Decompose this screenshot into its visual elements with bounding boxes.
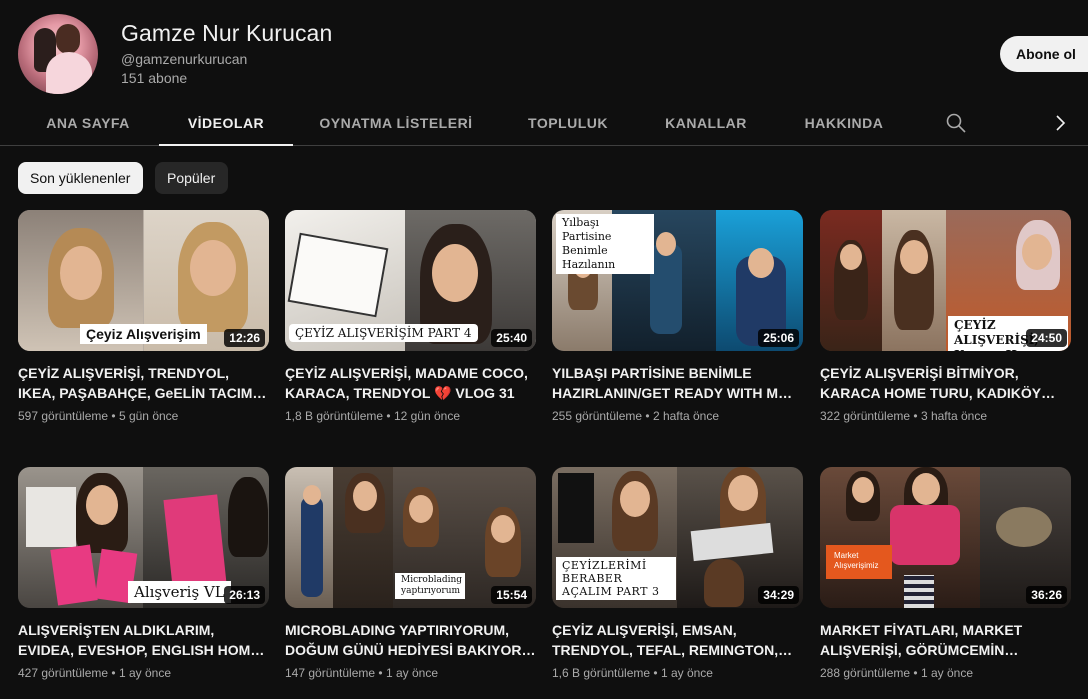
video-thumbnail[interactable]: Microblading yaptırıyorum 15:54 [285,467,536,608]
video-card[interactable]: Çeyiz Alışverişim 12:26 ÇEYİZ ALIŞVERİŞİ… [18,210,269,423]
video-meta: 255 görüntüleme • 2 hafta önce [552,409,720,423]
thumbnail-caption: ÇEYİZ ALIŞVERİŞİM PART 4 [289,324,478,342]
video-meta: 322 görüntüleme • 3 hafta önce [820,409,988,423]
search-icon[interactable] [944,111,968,135]
thumbnail-caption: Çeyiz Alışverişim [80,324,207,344]
video-title[interactable]: MARKET FİYATLARI, MARKET ALIŞVERİŞİ, GÖR… [820,620,1071,660]
tab-community[interactable]: TOPLULUK [506,100,630,145]
filter-chip-latest[interactable]: Son yüklenenler [18,162,143,194]
thumbnail-caption: Alışveriş VL [128,581,231,603]
video-title[interactable]: YILBAŞI PARTİSİNE BENİMLE HAZIRLANIN/GET… [552,363,803,403]
upload-age: 1 ay önce [385,666,438,680]
video-title[interactable]: ÇEYİZ ALIŞVERİŞİ BİTMİYOR, KARACA HOME T… [820,363,1071,403]
tab-about[interactable]: HAKKINDA [784,100,904,145]
video-card[interactable]: Microblading yaptırıyorum 15:54 MICROBLA… [285,467,536,680]
thumbnail-caption: Yılbaşı Partisine Benimle Hazılanın [556,214,654,274]
upload-age: 3 hafta önce [920,409,988,423]
video-card[interactable]: ÇEYİZLERİMİ BERABER AÇALIM PART 3 34:29 … [552,467,803,680]
video-card[interactable]: ÇEYİZ ALIŞVERİŞİM PART 4 25:40 ÇEYİZ ALI… [285,210,536,423]
upload-age: 1 ay önce [920,666,973,680]
video-meta: 1,6 B görüntüleme • 1 ay önce [552,666,713,680]
video-thumbnail[interactable]: Alışveriş VL 26:13 [18,467,269,608]
video-duration: 34:29 [758,586,799,604]
video-meta: 147 görüntüleme • 1 ay önce [285,666,438,680]
thumbnail-caption: Market Alışverişimiz [834,551,879,570]
video-thumbnail[interactable]: Çeyiz Alışverişim 12:26 [18,210,269,351]
video-duration: 25:06 [758,329,799,347]
thumbnail-caption: ÇEYİZLERİMİ BERABER AÇALIM PART 3 [556,557,676,600]
video-meta: 427 görüntüleme • 1 ay önce [18,666,171,680]
video-title[interactable]: ALIŞVERİŞTEN ALDIKLARIM, EVIDEA, EVESHOP… [18,620,269,660]
channel-name: Gamze Nur Kurucan [121,20,333,46]
video-title[interactable]: ÇEYİZ ALIŞVERİŞİ, EMSAN, TRENDYOL, TEFAL… [552,620,803,660]
thumbnail-caption: Microblading yaptırıyorum [395,573,465,599]
upload-age: 1 ay önce [660,666,713,680]
video-meta: 1,8 B görüntüleme • 12 gün önce [285,409,460,423]
video-duration: 24:50 [1026,329,1067,347]
upload-age: 2 hafta önce [652,409,720,423]
view-count: 1,8 B görüntüleme [285,409,384,423]
video-title[interactable]: ÇEYİZ ALIŞVERİŞİ, TRENDYOL, IKEA, PAŞABA… [18,363,269,403]
channel-header: Gamze Nur Kurucan @gamzenurkurucan 151 a… [0,0,1088,96]
video-thumbnail[interactable]: Market Alışverişimiz 36:26 [820,467,1071,608]
filter-chip-popular[interactable]: Popüler [155,162,228,194]
video-title[interactable]: MICROBLADING YAPTIRIYORUM, DOĞUM GÜNÜ HE… [285,620,536,660]
view-count: 255 görüntüleme [552,409,643,423]
video-duration: 26:13 [224,586,265,604]
channel-avatar[interactable] [18,14,98,94]
video-duration: 36:26 [1026,586,1067,604]
channel-handle: @gamzenurkurucan [121,51,248,67]
video-thumbnail[interactable]: ÇEYİZ ALIŞVERİŞİM PART 4 25:40 [285,210,536,351]
chevron-right-icon[interactable] [1048,111,1072,135]
view-count: 147 görüntüleme [285,666,376,680]
upload-age: 1 ay önce [118,666,171,680]
view-count: 322 görüntüleme [820,409,911,423]
view-count: 427 görüntüleme [18,666,109,680]
upload-age: 5 gün önce [118,409,179,423]
video-meta: 288 görüntüleme • 1 ay önce [820,666,973,680]
video-thumbnail[interactable]: ÇEYİZ ALIŞVERİŞİ, Karaca Home 24:50 [820,210,1071,351]
tab-home[interactable]: ANA SAYFA [18,100,158,145]
video-card[interactable]: Market Alışverişimiz 36:26 MARKET FİYATL… [820,467,1071,680]
subscriber-count: 151 abone [121,70,188,86]
video-duration: 12:26 [224,329,265,347]
view-count: 288 görüntüleme [820,666,911,680]
tab-videos[interactable]: VİDEOLAR [159,100,293,146]
video-card[interactable]: ÇEYİZ ALIŞVERİŞİ, Karaca Home 24:50 ÇEYİ… [820,210,1071,423]
view-count: 597 görüntüleme [18,409,109,423]
channel-tabs: ANA SAYFA VİDEOLAR OYNATMA LİSTELERİ TOP… [0,100,1088,146]
video-card[interactable]: Yılbaşı Partisine Benimle Hazılanın 25:0… [552,210,803,423]
video-duration: 25:40 [491,329,532,347]
video-thumbnail[interactable]: ÇEYİZLERİMİ BERABER AÇALIM PART 3 34:29 [552,467,803,608]
subscribe-button[interactable]: Abone ol [1000,36,1088,72]
video-meta: 597 görüntüleme • 5 gün önce [18,409,179,423]
video-duration: 15:54 [491,586,532,604]
video-title[interactable]: ÇEYİZ ALIŞVERİŞİ, MADAME COCO, KARACA, T… [285,363,536,403]
tab-channels[interactable]: KANALLAR [646,100,766,145]
video-card[interactable]: Alışveriş VL 26:13 ALIŞVERİŞTEN ALDIKLAR… [18,467,269,680]
view-count: 1,6 B görüntüleme [552,666,651,680]
tab-playlists[interactable]: OYNATMA LİSTELERİ [301,100,491,145]
video-thumbnail[interactable]: Yılbaşı Partisine Benimle Hazılanın 25:0… [552,210,803,351]
upload-age: 12 gün önce [393,409,460,423]
